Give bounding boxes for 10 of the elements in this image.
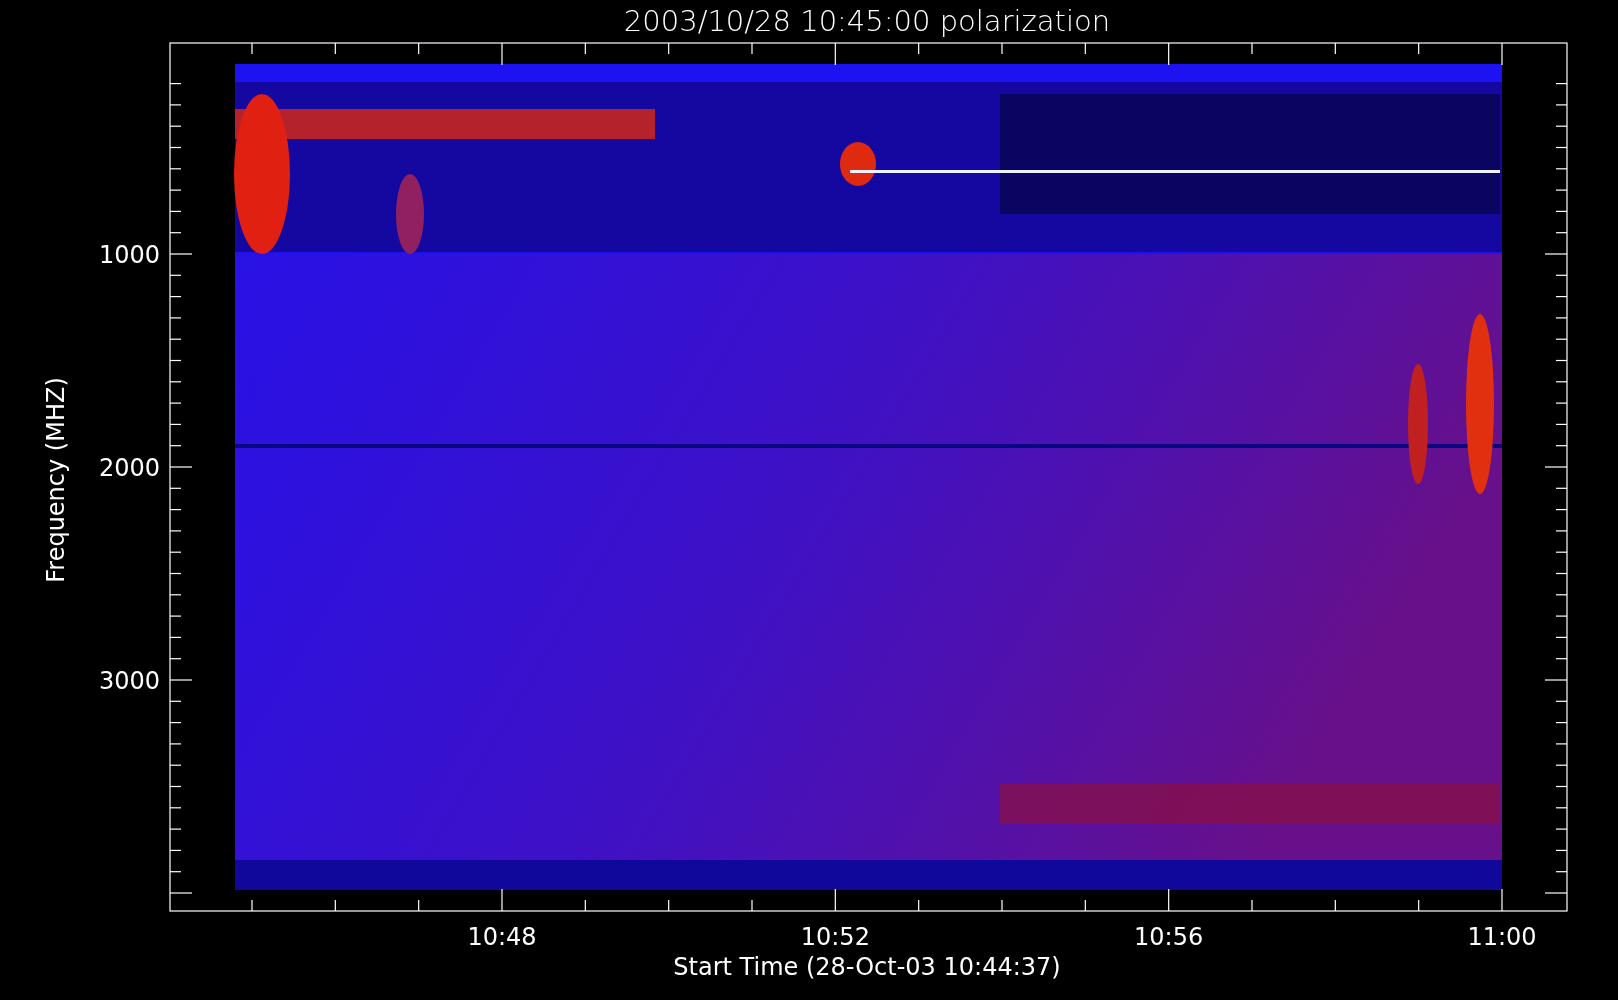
y-tick-label: 3000 — [98, 667, 160, 695]
y-axis-label: Frequency (MHZ) — [42, 377, 70, 583]
x-tick-label: 10:56 — [1134, 923, 1204, 951]
chart-title: 2003/10/28 10:45:00 polarization — [623, 4, 1111, 38]
x-tick-label: 10:52 — [800, 923, 870, 951]
x-tick-label: 10:48 — [467, 923, 537, 951]
x-axis-label: Start Time (28-Oct-03 10:44:37) — [673, 953, 1061, 981]
x-tick-label: 11:00 — [1467, 923, 1537, 951]
y-tick-label: 2000 — [98, 454, 160, 482]
y-tick-label: 1000 — [98, 241, 160, 269]
